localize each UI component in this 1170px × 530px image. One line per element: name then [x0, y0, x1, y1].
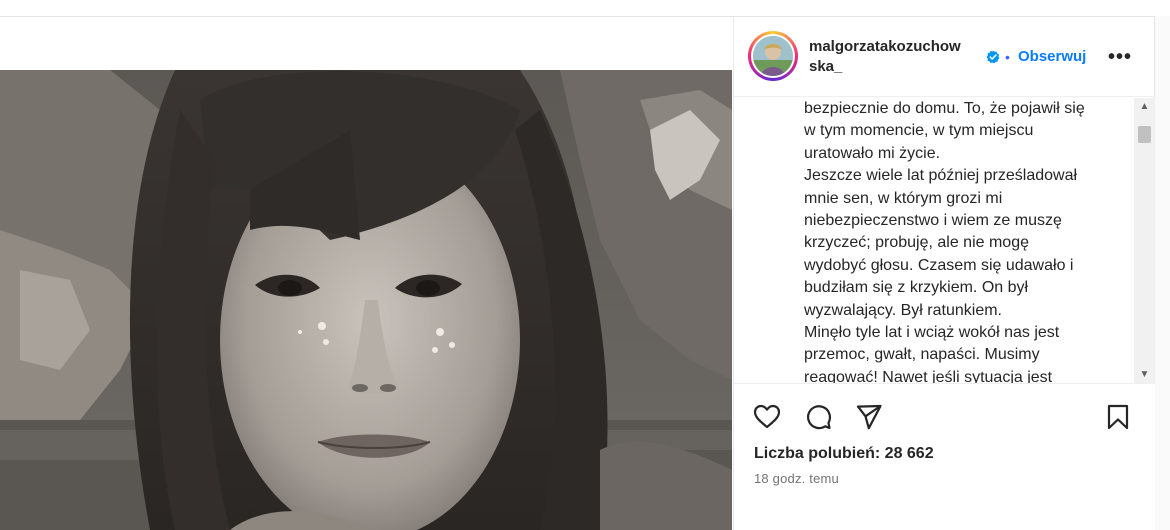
caption-line: uratowało mi życie. [804, 144, 941, 162]
caption-line: krzyczeć; probuję, ale nie mogę [804, 234, 1029, 252]
heart-icon[interactable] [752, 402, 782, 432]
instagram-post-page: malgorzatakozuchow ska_ • Obserwuj ••• b… [0, 0, 1170, 530]
avatar-story-ring[interactable] [748, 31, 798, 81]
caption-line: wydobyć głosu. Czasem się udawało i [804, 256, 1074, 274]
caption-scroll-area[interactable]: bezpiecznie do domu. To, że pojawił się … [734, 98, 1155, 383]
caption-line: reagować! Nawet jeśli sytuacja jest [804, 368, 1053, 383]
bookmark-icon[interactable] [1103, 402, 1133, 432]
caption-line: Minęło tyle lat i wciąż wokół nas jest [804, 324, 1060, 342]
caption-line: bezpiecznie do domu. To, że pojawił się [804, 100, 1085, 117]
scroll-up-arrow-icon[interactable]: ▲ [1134, 98, 1155, 115]
post-actions: Liczba polubień: 28 662 18 godz. temu [734, 383, 1155, 530]
top-band [0, 0, 1170, 16]
username-line-2: ska_ [809, 58, 843, 75]
username-link[interactable]: malgorzatakozuchow ska_ [809, 37, 989, 77]
caption-line: mnie sen, w którym grozi mi [804, 189, 1003, 207]
caption-text: bezpiecznie do domu. To, że pojawił się … [804, 98, 1119, 383]
caption-line: przemoc, gwałt, napaści. Musimy [804, 346, 1040, 364]
caption-line: wyzwalający. Był ratunkiem. [804, 301, 1002, 319]
username-line-1: malgorzatakozuchow [809, 38, 961, 55]
scroll-down-arrow-icon[interactable]: ▼ [1134, 366, 1155, 383]
follow-button[interactable]: Obserwuj [1018, 48, 1086, 65]
post-header: malgorzatakozuchow ska_ • Obserwuj ••• [734, 17, 1155, 97]
scrollbar-thumb[interactable] [1138, 126, 1151, 143]
caption-line: Jeszcze wiele lat później prześladował [804, 167, 1078, 185]
verified-badge-icon [986, 50, 1000, 64]
caption-line: niebezpieczenstwo i wiem ze muszę [804, 212, 1062, 230]
send-icon[interactable] [854, 402, 884, 432]
likes-count[interactable]: Liczba polubień: 28 662 [754, 445, 934, 463]
post-photo[interactable] [0, 70, 732, 530]
post-timestamp[interactable]: 18 godz. temu [754, 471, 839, 486]
post-side-panel: malgorzatakozuchow ska_ • Obserwuj ••• b… [733, 17, 1155, 530]
avatar[interactable] [753, 36, 793, 76]
caption-line: budziłam się z krzykiem. On był [804, 279, 1029, 297]
avatar-photo [753, 36, 793, 76]
separator-dot: • [1005, 49, 1010, 65]
caption-line: w tym momencie, w tym miejscu [804, 122, 1034, 140]
comment-icon[interactable] [803, 402, 833, 432]
caption-scrollbar[interactable]: ▲ ▼ [1134, 98, 1155, 383]
more-options-icon[interactable]: ••• [1108, 46, 1132, 69]
photo-mountain-lake-selfie [0, 70, 732, 530]
